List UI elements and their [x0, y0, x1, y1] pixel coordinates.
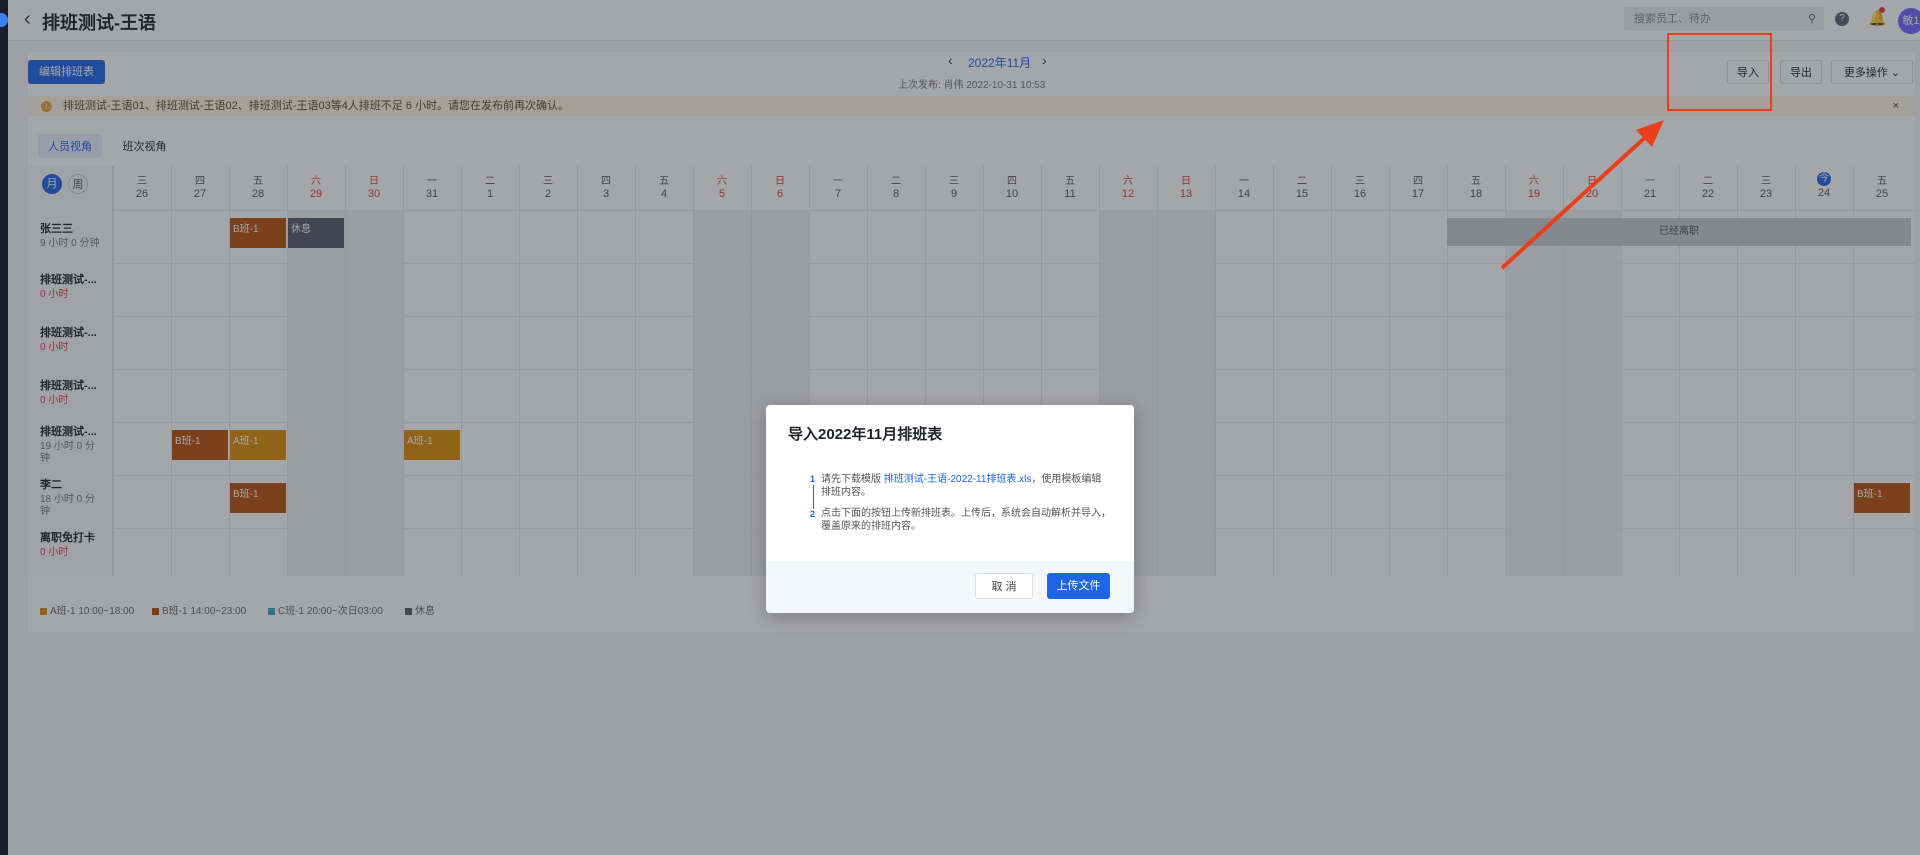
left-edge-indicator: [0, 13, 8, 27]
left-edge-bar: [0, 0, 8, 855]
step-1-text: 请先下载模版 排班测试-王语-2022-11排班表.xls，使用模板编辑排班内容…: [821, 473, 1111, 499]
step-2-text: 点击下面的按钮上传新排班表。上传后，系统会自动解析并导入，覆盖原来的排班内容。: [821, 508, 1111, 532]
dialog-footer: 取 消 上传文件: [766, 561, 1134, 613]
cancel-button[interactable]: 取 消: [975, 573, 1033, 599]
import-dialog: 导入2022年11月排班表 1 请先下载模版 排班测试-王语-2022-11排班…: [766, 405, 1134, 613]
step-2-number: 2: [810, 509, 816, 519]
dialog-title: 导入2022年11月排班表: [788, 426, 943, 443]
upload-file-button[interactable]: 上传文件: [1047, 573, 1110, 599]
step-1-number: 1: [810, 474, 816, 484]
template-download-link[interactable]: 排班测试-王语-2022-11排班表.xls: [884, 474, 1032, 485]
step-1-prefix: 请先下载模版: [821, 474, 884, 485]
step-connector: [813, 485, 814, 509]
annotation-highlight-box: [1667, 33, 1772, 111]
